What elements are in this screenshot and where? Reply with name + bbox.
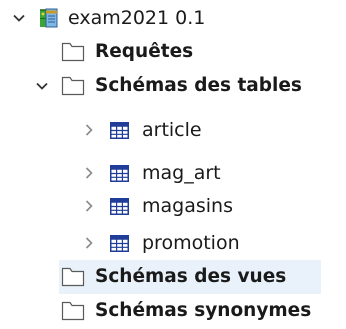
project-tree: exam2021 0.1 Requêtes Schémas des tables bbox=[0, 0, 346, 329]
folder-icon bbox=[61, 267, 85, 291]
tree-item-table-article[interactable]: article bbox=[0, 113, 346, 147]
tree-item-label: magasins bbox=[142, 195, 233, 217]
tree-item-schemas-des-vues[interactable]: Schémas des vues bbox=[59, 260, 321, 294]
folder-icon bbox=[61, 42, 85, 66]
tree-item-schemas-des-tables[interactable]: Schémas des tables bbox=[0, 69, 346, 103]
folder-icon bbox=[61, 301, 85, 325]
chevron-down-icon[interactable] bbox=[33, 77, 51, 95]
chevron-down-icon[interactable] bbox=[10, 9, 28, 27]
chevron-right-icon[interactable] bbox=[80, 164, 98, 182]
tree-item-label: mag_art bbox=[142, 162, 221, 184]
tree-item-label: article bbox=[142, 119, 202, 141]
tree-item-label: Schémas synonymes bbox=[95, 300, 312, 321]
table-icon bbox=[110, 198, 129, 219]
tree-item-requetes[interactable]: Requêtes bbox=[0, 35, 346, 69]
table-icon bbox=[110, 165, 129, 186]
chevron-right-icon[interactable] bbox=[80, 121, 98, 139]
table-icon bbox=[110, 235, 129, 256]
tree-item-label: Schémas des tables bbox=[95, 75, 302, 96]
tree-item-table-magasins[interactable]: magasins bbox=[0, 189, 346, 223]
tree-item-table-promotion[interactable]: promotion bbox=[0, 226, 346, 260]
tree-item-label: exam2021 0.1 bbox=[68, 7, 206, 29]
folder-icon bbox=[61, 76, 85, 100]
tree-item-schemas-synonymes[interactable]: Schémas synonymes bbox=[0, 294, 346, 328]
database-project-icon bbox=[38, 7, 60, 33]
tree-item-table-mag-art[interactable]: mag_art bbox=[0, 156, 346, 190]
tree-item-label: promotion bbox=[142, 232, 240, 254]
table-icon bbox=[110, 122, 129, 143]
tree-item-label: Schémas des vues bbox=[95, 266, 287, 287]
chevron-right-icon[interactable] bbox=[80, 197, 98, 215]
tree-item-exam2021[interactable]: exam2021 0.1 bbox=[0, 1, 346, 35]
tree-item-label: Requêtes bbox=[95, 41, 194, 62]
chevron-right-icon[interactable] bbox=[80, 234, 98, 252]
